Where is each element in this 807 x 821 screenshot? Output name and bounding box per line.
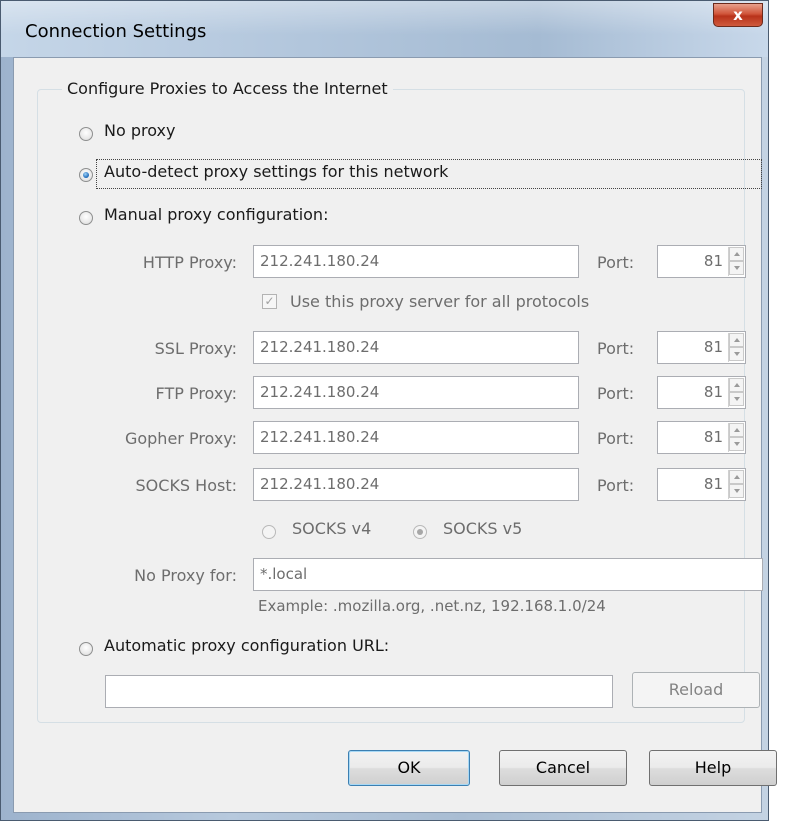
label-gopher-proxy: Gopher Proxy:: [124, 429, 237, 448]
cancel-button[interactable]: Cancel: [499, 750, 627, 786]
radio-socks-v4[interactable]: [262, 525, 276, 539]
label-socks-v5[interactable]: SOCKS v5: [443, 519, 522, 538]
http-port-value: 81: [703, 252, 723, 270]
label-no-proxy-for: No Proxy for:: [134, 566, 237, 585]
title-bar[interactable]: Connection Settings x: [1, 1, 768, 57]
label-auto-url[interactable]: Automatic proxy configuration URL:: [104, 636, 389, 655]
ftp-proxy-field[interactable]: 212.241.180.24: [253, 376, 579, 409]
label-socks-port: Port:: [597, 476, 635, 495]
http-proxy-field[interactable]: 212.241.180.24: [253, 245, 579, 278]
spin-down-icon[interactable]: [729, 392, 744, 406]
ftp-port-spinner[interactable]: [728, 378, 744, 407]
ssl-port-field[interactable]: 81: [657, 331, 746, 364]
gopher-port-field[interactable]: 81: [657, 421, 746, 454]
http-port-field[interactable]: 81: [657, 245, 746, 278]
window-title: Connection Settings: [25, 21, 207, 42]
spin-up-icon[interactable]: [729, 378, 744, 392]
socks-port-value: 81: [703, 475, 723, 493]
label-ftp-proxy: FTP Proxy:: [155, 384, 237, 403]
radio-auto-url[interactable]: [79, 642, 93, 656]
http-port-spinner[interactable]: [728, 247, 744, 276]
label-ssl-port: Port:: [597, 339, 635, 358]
help-button[interactable]: Help: [649, 750, 777, 786]
radio-socks-v5[interactable]: [413, 525, 427, 539]
ssl-port-spinner[interactable]: [728, 333, 744, 362]
spin-down-icon[interactable]: [729, 261, 744, 275]
ssl-port-value: 81: [703, 338, 723, 356]
spin-down-icon[interactable]: [729, 484, 744, 498]
label-ftp-port: Port:: [597, 384, 635, 403]
desktop-background: [770, 0, 807, 821]
label-manual[interactable]: Manual proxy configuration:: [104, 205, 328, 224]
spin-up-icon[interactable]: [729, 333, 744, 347]
radio-auto-detect[interactable]: [79, 168, 93, 182]
spin-down-icon[interactable]: [729, 347, 744, 361]
spin-up-icon[interactable]: [729, 423, 744, 437]
no-proxy-example: Example: .mozilla.org, .net.nz, 192.168.…: [258, 597, 606, 615]
ok-button[interactable]: OK: [348, 750, 470, 786]
close-button[interactable]: x: [713, 3, 763, 27]
share-all-checkbox[interactable]: ✓: [262, 294, 277, 309]
checkmark-icon: ✓: [264, 294, 275, 308]
label-http-port: Port:: [597, 253, 635, 272]
label-ssl-proxy: SSL Proxy:: [154, 339, 237, 358]
ssl-proxy-field[interactable]: 212.241.180.24: [253, 331, 579, 364]
radio-manual[interactable]: [79, 211, 93, 225]
gopher-port-spinner[interactable]: [728, 423, 744, 452]
close-icon: x: [733, 6, 743, 24]
label-share-all[interactable]: Use this proxy server for all protocols: [290, 292, 589, 311]
spin-up-icon[interactable]: [729, 247, 744, 261]
label-socks-v4[interactable]: SOCKS v4: [292, 519, 371, 538]
label-gopher-port: Port:: [597, 429, 635, 448]
no-proxy-for-field[interactable]: *.local: [253, 558, 763, 591]
spin-up-icon[interactable]: [729, 470, 744, 484]
auto-url-field[interactable]: [105, 675, 613, 708]
socks-host-field[interactable]: 212.241.180.24: [253, 468, 579, 501]
label-no-proxy[interactable]: No proxy: [104, 121, 175, 140]
groupbox-legend: Configure Proxies to Access the Internet: [62, 79, 393, 98]
label-auto-detect[interactable]: Auto-detect proxy settings for this netw…: [104, 162, 448, 181]
reload-button[interactable]: Reload: [632, 672, 760, 708]
ftp-port-value: 81: [703, 383, 723, 401]
ftp-port-field[interactable]: 81: [657, 376, 746, 409]
label-http-proxy: HTTP Proxy:: [142, 253, 237, 272]
socks-port-spinner[interactable]: [728, 470, 744, 499]
gopher-proxy-field[interactable]: 212.241.180.24: [253, 421, 579, 454]
gopher-port-value: 81: [703, 428, 723, 446]
socks-port-field[interactable]: 81: [657, 468, 746, 501]
label-socks-host: SOCKS Host:: [135, 476, 237, 495]
radio-no-proxy[interactable]: [79, 127, 93, 141]
spin-down-icon[interactable]: [729, 437, 744, 451]
